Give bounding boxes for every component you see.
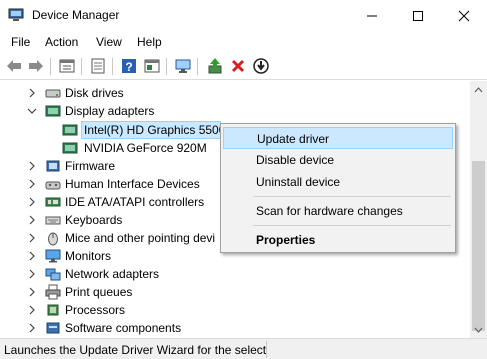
ctx-properties[interactable]: Properties	[223, 229, 453, 251]
chevron-right-icon[interactable]	[27, 179, 37, 189]
chevron-right-icon[interactable]	[27, 233, 37, 243]
properties-sheet-icon[interactable]	[58, 57, 76, 75]
maximize-icon	[413, 10, 423, 21]
display-adapter-icon	[45, 105, 61, 117]
menu-file[interactable]: File	[11, 35, 30, 49]
chevron-right-icon[interactable]	[27, 161, 37, 171]
chevron-down-icon	[474, 327, 483, 333]
ctx-item-label: Update driver	[257, 132, 330, 146]
ctx-separator	[253, 196, 451, 197]
chevron-right-icon[interactable]	[27, 215, 37, 225]
status-bar: Launches the Update Driver Wizard for th…	[0, 338, 487, 359]
toolbar: ?	[0, 53, 487, 80]
context-menu: Update driver Disable device Uninstall d…	[220, 123, 456, 253]
ctx-item-label: Scan for hardware changes	[256, 204, 403, 218]
network-adapter-icon	[45, 268, 61, 281]
tree-node-label: Print queues	[65, 285, 133, 299]
maximize-button[interactable]	[395, 0, 441, 31]
close-icon	[458, 10, 470, 21]
tree-node-processors[interactable]: Processors	[0, 301, 470, 319]
firmware-icon	[46, 160, 60, 172]
chevron-right-icon[interactable]	[27, 269, 37, 279]
tree-node-label: Keyboards	[65, 213, 123, 227]
tree-node-disk-drives[interactable]: Disk drives	[0, 84, 470, 102]
menu-view[interactable]: View	[96, 35, 122, 49]
keyboard-icon	[45, 216, 61, 225]
mouse-icon	[48, 232, 58, 246]
tree-node-label: Network adapters	[65, 267, 160, 281]
processor-icon	[47, 304, 59, 316]
chevron-right-icon[interactable]	[27, 88, 37, 98]
back-arrow-icon[interactable]	[5, 57, 23, 75]
toolbar-separator	[166, 58, 167, 75]
scrollbar-thumb[interactable]	[472, 161, 485, 331]
printer-icon	[45, 284, 61, 300]
toolbar-separator	[112, 58, 113, 75]
ide-controller-icon	[45, 197, 61, 207]
chevron-right-icon[interactable]	[27, 287, 37, 297]
tree-node-label: Processors	[65, 303, 126, 317]
ctx-scan-hardware-changes[interactable]: Scan for hardware changes	[223, 200, 453, 222]
status-text: Launches the Update Driver Wizard for th…	[4, 343, 266, 357]
device-manager-app-icon	[8, 8, 24, 21]
update-driver-icon[interactable]	[206, 57, 224, 75]
toolbar-separator	[81, 58, 82, 75]
menu-action[interactable]: Action	[45, 35, 78, 49]
scroll-down-arrow[interactable]	[470, 321, 487, 338]
details-pane-icon[interactable]	[143, 57, 161, 75]
tree-node-label: IDE ATA/ATAPI controllers	[65, 195, 205, 209]
ctx-item-label: Disable device	[256, 153, 335, 167]
window-title: Device Manager	[32, 8, 120, 22]
toolbar-separator	[197, 58, 198, 75]
chevron-right-icon[interactable]	[27, 323, 37, 333]
close-button[interactable]	[441, 0, 487, 31]
toolbar-separator	[50, 58, 51, 75]
scroll-up-arrow[interactable]	[470, 81, 487, 98]
ctx-item-label: Uninstall device	[256, 175, 341, 189]
ctx-update-driver[interactable]: Update driver	[223, 127, 453, 149]
document-icon[interactable]	[89, 57, 107, 75]
tree-node-software-components[interactable]: Software components	[0, 319, 470, 337]
download-driver-icon[interactable]	[252, 57, 270, 75]
tree-node-label: Display adapters	[65, 104, 155, 118]
monitor-scan-icon[interactable]	[174, 57, 192, 75]
tree-node-label: NVIDIA GeForce 920M	[84, 141, 207, 155]
tree-node-network-adapters[interactable]: Network adapters	[0, 265, 470, 283]
help-icon[interactable]: ?	[120, 57, 138, 75]
ctx-uninstall-device[interactable]: Uninstall device	[223, 171, 453, 193]
tree-node-label: Firmware	[65, 159, 115, 173]
svg-text:?: ?	[125, 60, 132, 74]
menu-help[interactable]: Help	[137, 35, 162, 49]
disk-drive-icon	[45, 89, 61, 98]
tree-node-label: Intel(R) HD Graphics 5500	[84, 123, 226, 137]
tree-node-label: Software components	[65, 321, 182, 335]
title-bar: Device Manager	[0, 0, 487, 31]
ctx-item-label: Properties	[256, 233, 316, 247]
menu-bar: File Action View Help	[0, 31, 487, 53]
chevron-up-icon	[474, 86, 483, 92]
minimize-button[interactable]	[349, 0, 395, 31]
ctx-separator	[253, 225, 451, 226]
chevron-right-icon[interactable]	[27, 251, 37, 261]
chevron-down-icon[interactable]	[27, 106, 37, 116]
tree-node-display-adapters[interactable]: Display adapters	[0, 102, 470, 120]
minimize-icon	[367, 15, 377, 16]
chevron-right-icon[interactable]	[27, 305, 37, 315]
status-divider	[266, 341, 267, 358]
software-component-icon	[46, 322, 60, 334]
tree-node-label: Mice and other pointing devi	[65, 231, 216, 245]
vertical-scrollbar[interactable]	[470, 81, 487, 338]
display-adapter-icon	[62, 124, 78, 136]
display-adapter-icon	[62, 142, 78, 154]
tree-node-label: Human Interface Devices	[65, 177, 200, 191]
monitor-icon	[45, 249, 61, 263]
uninstall-x-icon[interactable]	[229, 57, 247, 75]
ctx-disable-device[interactable]: Disable device	[223, 149, 453, 171]
tree-node-label: Monitors	[65, 249, 112, 263]
chevron-right-icon[interactable]	[27, 197, 37, 207]
hid-icon	[45, 181, 61, 190]
tree-node-label: Disk drives	[65, 86, 124, 100]
forward-arrow-icon[interactable]	[27, 57, 45, 75]
tree-node-print-queues[interactable]: Print queues	[0, 283, 470, 301]
